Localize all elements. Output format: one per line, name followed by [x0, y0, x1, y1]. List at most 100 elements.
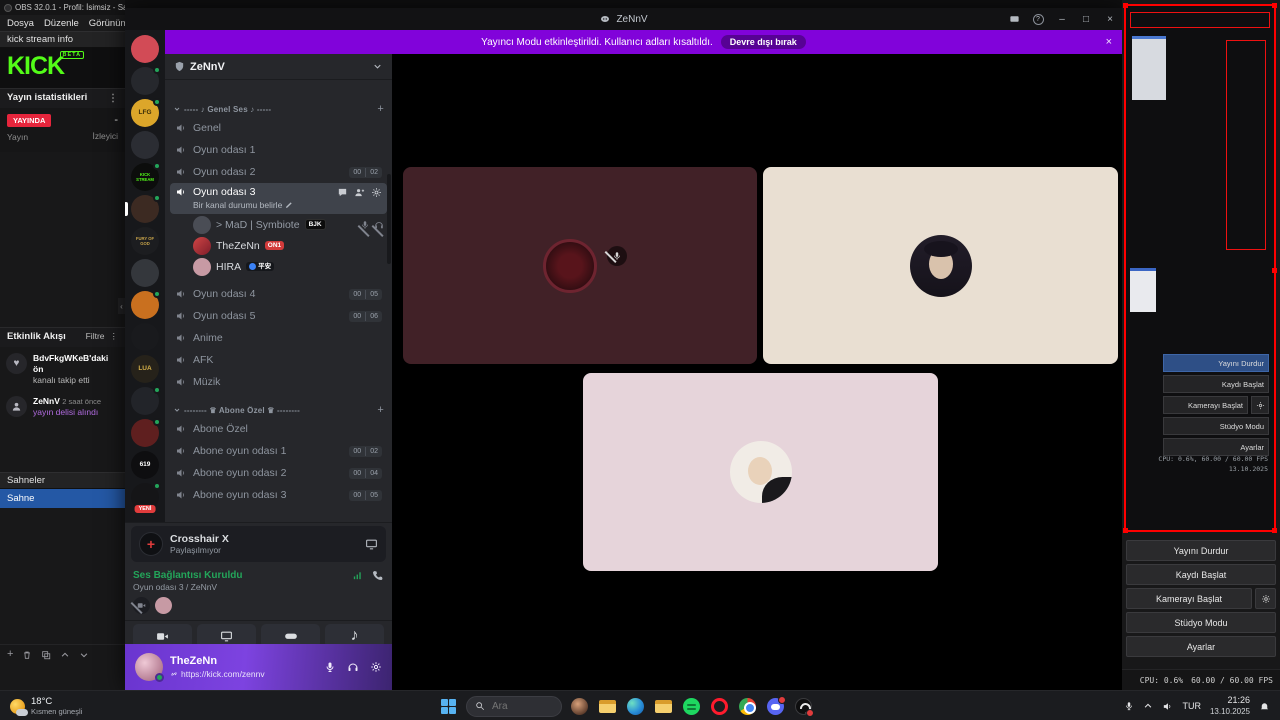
voice-connected-label[interactable]: Ses Bağlantısı Kuruldu [133, 570, 242, 581]
server-icon-619[interactable]: 619 [131, 451, 159, 479]
server-icon-15[interactable]: YENİ [131, 482, 161, 514]
taskbar-app-spotify[interactable] [681, 696, 702, 717]
scene-filters-button[interactable] [41, 650, 51, 660]
obs-titlebar[interactable]: OBS 32.0.1 - Profil: İsimsiz - Sahneler:… [0, 0, 125, 15]
server-icon-8[interactable] [131, 259, 159, 287]
voice-channel-anime[interactable]: Anime [170, 327, 387, 349]
taskbar-app-opera[interactable] [709, 696, 730, 717]
voice-channel-afk[interactable]: AFK [170, 349, 387, 371]
open-chat-icon[interactable] [337, 187, 348, 198]
dock-collapse-handle[interactable]: ‹ [118, 298, 125, 314]
scrollbar[interactable] [387, 174, 391, 264]
mic-button[interactable] [324, 661, 336, 673]
server-icon-2[interactable] [131, 66, 161, 95]
taskbar-app-file-explorer[interactable] [597, 696, 618, 717]
start-button[interactable] [438, 696, 459, 717]
disconnect-call-icon[interactable] [372, 569, 384, 581]
participant-tile-1[interactable] [403, 167, 757, 364]
server-icon-fury[interactable]: FURY OF GOD [131, 227, 159, 255]
server-icon-12[interactable] [131, 386, 161, 415]
server-icon-9[interactable] [131, 290, 161, 319]
clock[interactable]: 21:26 13.10.2025 [1210, 695, 1250, 717]
category-abone-ozel[interactable]: -------- ♛ Abone Özel ♛ -------- + [165, 401, 392, 418]
tray-mic-icon[interactable] [1124, 701, 1134, 711]
banner-close-icon[interactable]: × [1106, 36, 1112, 48]
stream-label: Yayın [7, 132, 29, 142]
settings-button[interactable]: Ayarlar [1126, 636, 1276, 657]
profile-link[interactable]: https://kick.com/zennv [170, 669, 265, 679]
discord-home-icon[interactable] [131, 35, 159, 63]
speaker-icon [175, 332, 187, 344]
voice-channel-abone3[interactable]: Abone oyun odası 3 00 05 [170, 484, 387, 506]
server-icon-13[interactable] [131, 418, 161, 447]
obs-preview-canvas[interactable]: Yayını Durdur Kaydı Başlat Kamerayı Başl… [1123, 3, 1277, 533]
input-language[interactable]: TUR [1182, 701, 1201, 711]
server-header[interactable]: ZeNnV [165, 54, 392, 80]
voice-channel-oyun3-selected[interactable]: Oyun odası 3 Bir kanal durumu belirle [170, 183, 387, 214]
invite-user-icon[interactable] [354, 187, 365, 198]
taskbar-app-obs[interactable] [793, 696, 814, 717]
create-channel-icon[interactable]: + [377, 103, 384, 115]
taskbar-app-edge[interactable] [625, 696, 646, 717]
kebab-menu-icon[interactable]: ⋮ [110, 331, 119, 342]
deafen-button[interactable] [347, 661, 359, 673]
taskbar-app-profile[interactable] [569, 696, 590, 717]
user-settings-button[interactable] [370, 661, 382, 673]
user-avatar[interactable] [135, 653, 164, 682]
voice-channel-muzik[interactable]: Müzik [170, 371, 387, 393]
move-up-button[interactable] [60, 650, 70, 660]
kebab-menu-icon[interactable]: ⋮ [108, 93, 118, 105]
scene-item-selected[interactable]: Sahne [0, 489, 125, 509]
category-genel-ses[interactable]: ----- ♪ Genel Ses ♪ ----- + [165, 100, 392, 117]
taskbar-app-chrome[interactable] [737, 696, 758, 717]
voice-channel-abone-ozel[interactable]: Abone Özel [170, 418, 387, 440]
stop-stream-button[interactable]: Yayını Durdur [1126, 540, 1276, 561]
voice-channel-abone2[interactable]: Abone oyun odası 2 00 04 [170, 462, 387, 484]
channel-settings-icon[interactable] [371, 187, 382, 198]
start-recording-button[interactable]: Kaydı Başlat [1126, 564, 1276, 585]
disable-streamer-mode-button[interactable]: Devre dışı bırak [720, 35, 806, 49]
create-channel-icon[interactable]: + [377, 404, 384, 416]
participant-tile-3[interactable] [583, 373, 938, 571]
activity-card-crosshair-x[interactable]: + Crosshair X Paylaşılmıyor [131, 526, 386, 562]
discord-titlebar[interactable]: ZeNnV ? – □ × [125, 8, 1122, 30]
weather-widget[interactable]: 18°C Kısmen güneşli [0, 691, 92, 720]
start-virtual-camera-button[interactable]: Kamerayı Başlat [1126, 588, 1252, 609]
channel-status-prompt[interactable]: Bir kanal durumu belirle [175, 200, 382, 210]
voice-member-mad[interactable]: > MaD | Symbiote BJK [165, 214, 392, 235]
user-panel[interactable]: TheZeNn https://kick.com/zennv [125, 644, 392, 690]
voice-channel-oyun1[interactable]: Oyun odası 1 [170, 139, 387, 161]
server-icon-zennv-selected[interactable] [125, 194, 161, 223]
server-icon-lfg[interactable]: LFG [131, 98, 161, 127]
tray-overflow-chevron-icon[interactable] [1143, 701, 1153, 711]
menu-view[interactable]: Görünüm [89, 18, 125, 29]
filter-button[interactable]: Filtre [86, 331, 105, 342]
voice-member-hira[interactable]: HIRA 平安 [165, 256, 392, 277]
server-icon-10[interactable] [131, 323, 159, 351]
menu-file[interactable]: Dosya [7, 18, 34, 29]
taskbar-app-discord[interactable] [765, 695, 786, 717]
taskbar-search[interactable] [466, 695, 562, 717]
taskbar-app-folder[interactable] [653, 696, 674, 717]
voice-channel-oyun5[interactable]: Oyun odası 5 00 06 [170, 305, 387, 327]
move-down-button[interactable] [79, 650, 89, 660]
voice-channel-oyun4[interactable]: Oyun odası 4 00 05 [170, 283, 387, 305]
share-activity-icon[interactable] [365, 538, 378, 551]
virtual-camera-settings-icon[interactable] [1255, 588, 1276, 609]
remove-scene-button[interactable] [22, 650, 32, 660]
voice-channel-oyun2[interactable]: Oyun odası 2 00 02 [170, 161, 387, 183]
participant-tile-2[interactable] [763, 167, 1118, 364]
voice-channel-genel[interactable]: Genel [170, 117, 387, 139]
add-scene-button[interactable]: + [7, 649, 13, 660]
notification-bell-icon[interactable] [1259, 701, 1270, 712]
member-badge: ON1 [264, 240, 285, 251]
menu-edit[interactable]: Düzenle [44, 18, 79, 29]
tray-volume-icon[interactable] [1162, 701, 1173, 712]
server-icon-4[interactable] [131, 131, 159, 159]
server-icon-kick-stream[interactable]: KICK STREAM [131, 162, 161, 191]
server-icon-lua[interactable]: LUA [131, 355, 159, 383]
studio-mode-button[interactable]: Stüdyo Modu [1126, 612, 1276, 633]
user-limit-badge: 00 05 [349, 489, 382, 501]
voice-member-thezenn[interactable]: TheZeNn ON1 [165, 235, 392, 256]
voice-channel-abone1[interactable]: Abone oyun odası 1 00 02 [170, 440, 387, 462]
